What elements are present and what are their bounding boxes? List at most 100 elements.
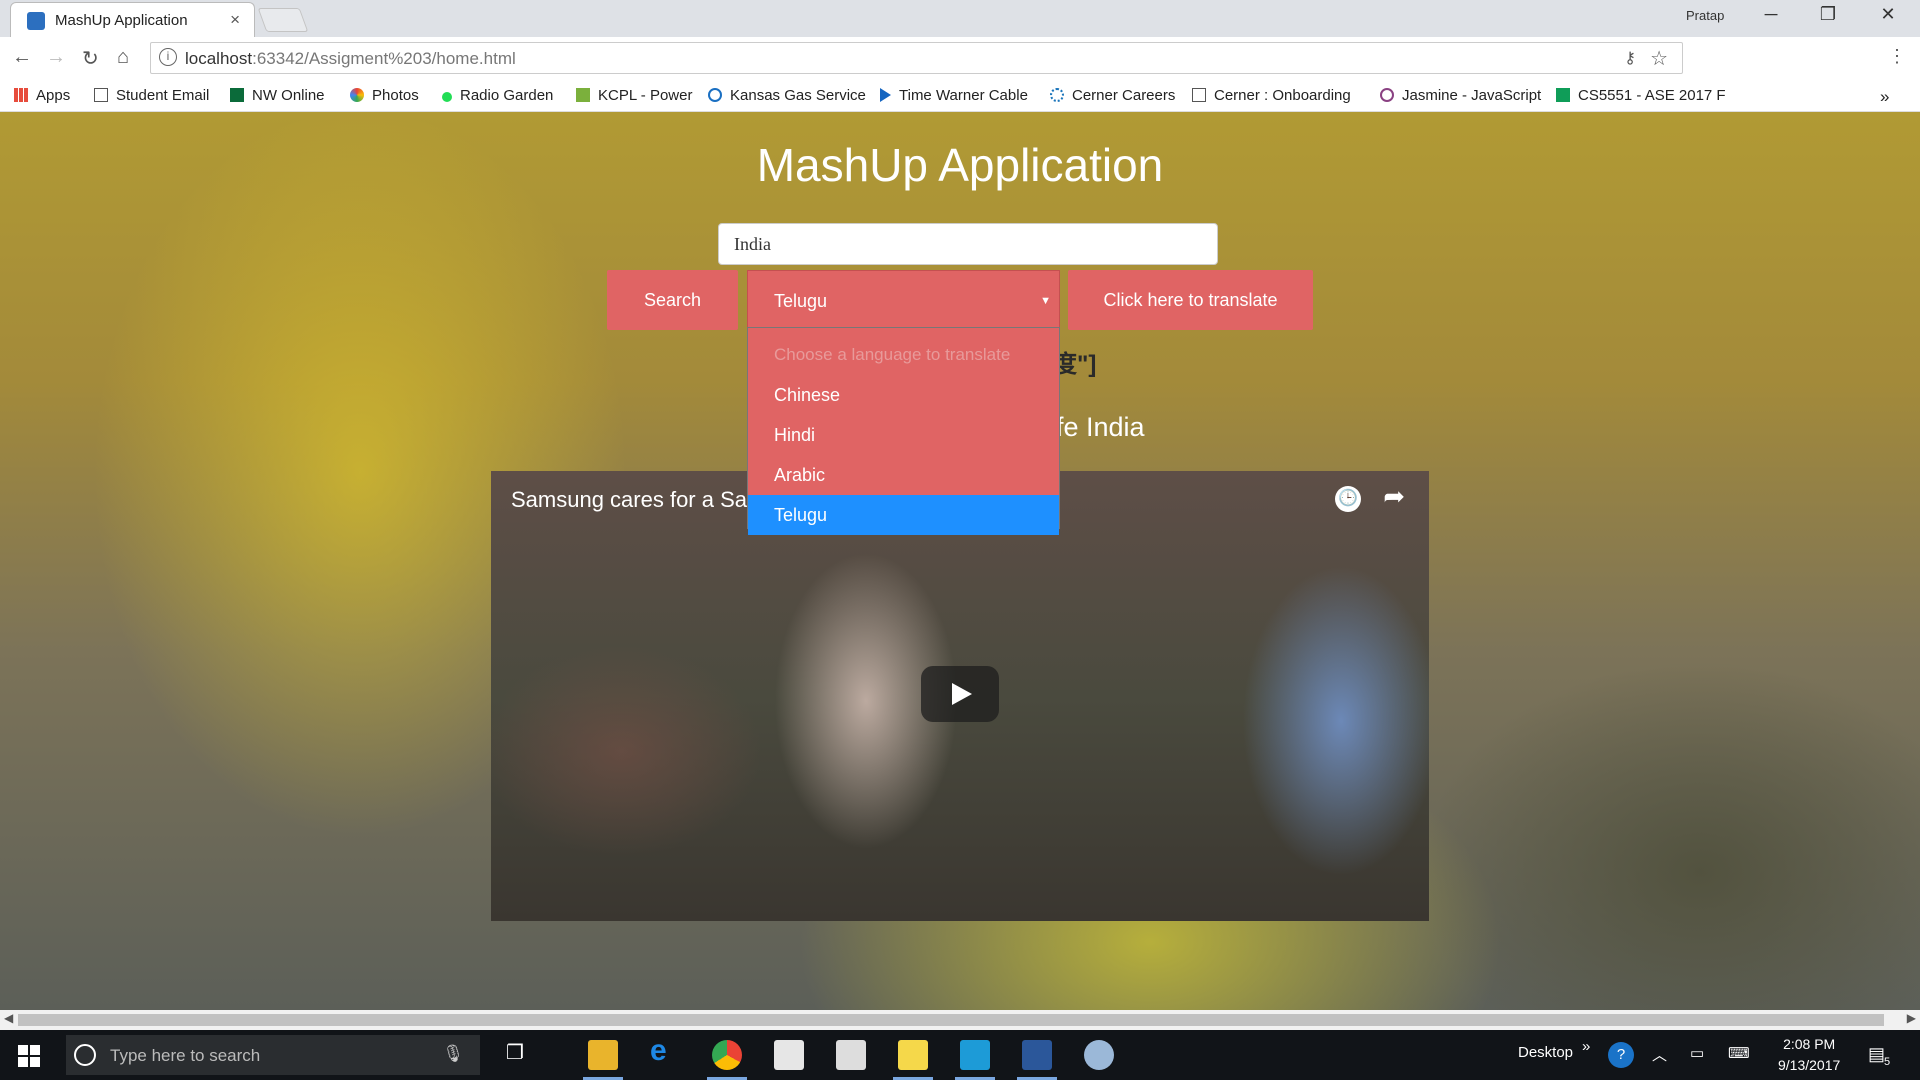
search-button[interactable]: Search (607, 270, 738, 330)
page-title: MashUp Application (756, 139, 1164, 191)
bookmark-jasmine[interactable]: Jasmine - JavaScript (1380, 87, 1541, 104)
nw-icon (230, 88, 244, 102)
page-content: MashUp Application India Search Telugu ▼… (0, 112, 1920, 1010)
edge-icon[interactable]: e (650, 1034, 680, 1067)
browser-tab-bar: MashUp Application × Pratap ─ ❐ ✕ (0, 0, 1920, 37)
scroll-right-icon[interactable]: ▶ (1907, 1011, 1916, 1025)
back-icon[interactable]: ← (12, 46, 32, 69)
bookmark-star-icon[interactable]: ☆ (1650, 46, 1668, 71)
mail-icon[interactable] (836, 1040, 866, 1070)
chrome-icon[interactable] (712, 1040, 742, 1070)
hp-icon[interactable]: hp (1766, 48, 1788, 70)
clock-date: 9/13/2017 (1778, 1057, 1841, 1073)
pdf-icon[interactable]: ⬚ (1806, 48, 1828, 70)
chevron-down-icon: ▼ (1040, 295, 1051, 307)
webstorm-icon[interactable] (960, 1040, 990, 1070)
language-select-value: Telugu (774, 291, 828, 311)
gas-icon (708, 88, 722, 102)
dropdown-option-arabic[interactable]: Arabic (748, 455, 1059, 495)
window-close-icon[interactable]: ✕ (1865, 4, 1911, 25)
bookmark-photos[interactable]: Photos (350, 87, 419, 104)
page-icon (94, 88, 108, 102)
task-view-icon[interactable]: ❐ (506, 1040, 524, 1065)
bookmarks-bar: Apps Student Email NW Online Photos Radi… (0, 81, 1920, 112)
forward-icon[interactable]: → (46, 46, 66, 69)
dropdown-option-hindi[interactable]: Hindi (748, 415, 1059, 455)
cortana-icon (74, 1044, 96, 1066)
dot-icon (442, 92, 452, 102)
jasmine-icon (1380, 88, 1394, 102)
url-text: localhost:63342/Assigment%203/home.html (185, 49, 516, 68)
info-icon[interactable]: i (159, 48, 177, 66)
play-icon (880, 88, 891, 102)
bookmark-kcpl-power[interactable]: KCPL - Power (576, 87, 692, 104)
watch-later-icon[interactable]: 🕒 (1335, 486, 1361, 512)
kcpl-icon (576, 88, 590, 102)
taskbar-search-box[interactable]: Type here to search 🎙 (66, 1035, 480, 1075)
battery-icon[interactable]: ▭ (1690, 1044, 1704, 1062)
desktop-toolbar-label[interactable]: Desktop (1518, 1044, 1573, 1061)
bookmark-cs5551[interactable]: CS5551 - ASE 2017 F (1556, 87, 1726, 104)
help-icon[interactable]: ? (1608, 1042, 1634, 1068)
sheets-icon (1556, 88, 1570, 102)
file-explorer-icon[interactable] (588, 1040, 618, 1070)
scrollbar-thumb[interactable] (18, 1014, 1884, 1026)
chevron-up-icon[interactable]: ︿ (1652, 1044, 1667, 1065)
adblock-icon[interactable]: ABP (1726, 48, 1749, 70)
reload-icon[interactable]: ↻ (82, 46, 99, 71)
bookmark-nw-online[interactable]: NW Online (230, 87, 325, 104)
minimize-icon[interactable]: ─ (1748, 4, 1794, 25)
browser-toolbar: ← → ↻ ⌂ i localhost:63342/Assigment%203/… (0, 37, 1920, 81)
snipping-tool-icon[interactable] (1084, 1040, 1114, 1070)
z-icon[interactable]: Z (1846, 48, 1868, 70)
restore-icon[interactable]: ❐ (1805, 4, 1851, 25)
youtube-video-embed[interactable]: Samsung cares for a Sa 🕒 ➦ (491, 471, 1429, 921)
photos-icon (350, 88, 364, 102)
dropdown-option-telugu[interactable]: Telugu (748, 495, 1059, 535)
page-icon (1192, 88, 1206, 102)
language-dropdown-list: Choose a language to translate Chinese H… (747, 327, 1060, 535)
tab-mashup-application[interactable]: MashUp Application × (10, 2, 255, 37)
address-bar[interactable]: i localhost:63342/Assigment%203/home.htm… (150, 42, 1683, 74)
bookmark-radio-garden[interactable]: Radio Garden (442, 87, 553, 104)
horizontal-scrollbar[interactable]: ◀ ▶ (0, 1010, 1920, 1030)
apps-grid-icon (14, 88, 28, 102)
tab-close-icon[interactable]: × (230, 10, 240, 30)
notification-count: 5 (1884, 1056, 1891, 1068)
clock-time: 2:08 PM (1783, 1036, 1836, 1052)
dropdown-option-placeholder: Choose a language to translate (774, 345, 1011, 364)
notifications-icon[interactable]: ▤ (1868, 1044, 1885, 1065)
bookmark-student-email[interactable]: Student Email (94, 87, 209, 104)
language-select[interactable]: Telugu ▼ (747, 270, 1060, 330)
bookmark-kansas-gas[interactable]: Kansas Gas Service (708, 87, 866, 104)
store-icon[interactable] (774, 1040, 804, 1070)
share-icon[interactable]: ➦ (1383, 481, 1405, 512)
play-icon[interactable] (921, 666, 999, 722)
video-title[interactable]: Samsung cares for a Sa (511, 487, 747, 513)
home-icon[interactable]: ⌂ (117, 46, 129, 69)
cerner-icon (1050, 88, 1064, 102)
bookmark-cerner-onboarding[interactable]: Cerner : Onboarding (1192, 87, 1351, 104)
windows-taskbar: Type here to search 🎙 ❐ e Desktop » ? ︿ … (0, 1030, 1920, 1080)
bookmark-cerner-careers[interactable]: Cerner Careers (1050, 87, 1175, 104)
profile-name[interactable]: Pratap (1686, 8, 1724, 23)
start-icon[interactable] (18, 1045, 40, 1067)
sticky-notes-icon[interactable] (898, 1040, 928, 1070)
microphone-icon[interactable]: 🎙 (442, 1044, 464, 1064)
scroll-left-icon[interactable]: ◀ (4, 1011, 13, 1025)
dropdown-option-chinese[interactable]: Chinese (748, 375, 1059, 415)
favicon-icon (27, 12, 45, 30)
keyboard-icon[interactable]: ⌨ (1728, 1044, 1750, 1062)
key-icon[interactable]: ⚷ (1624, 48, 1636, 68)
bookmark-time-warner[interactable]: Time Warner Cable (880, 87, 1028, 104)
chevron-right-icon[interactable]: » (1582, 1038, 1590, 1055)
search-input[interactable]: India (718, 223, 1218, 265)
new-tab-button[interactable] (257, 8, 309, 32)
menu-icon[interactable]: ⋮ (1888, 46, 1906, 67)
video-heading: fe India (1056, 412, 1145, 442)
bookmarks-overflow-icon[interactable]: » (1880, 87, 1889, 107)
translate-button[interactable]: Click here to translate (1068, 270, 1313, 330)
word-icon[interactable] (1022, 1040, 1052, 1070)
taskbar-clock[interactable]: 2:08 PM 9/13/2017 (1778, 1034, 1840, 1076)
bookmark-apps[interactable]: Apps (14, 87, 70, 104)
